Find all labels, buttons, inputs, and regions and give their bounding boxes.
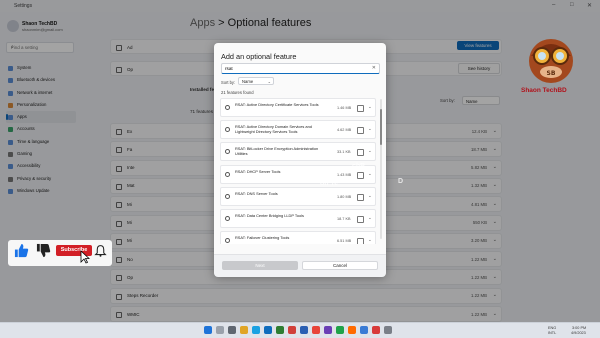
feature-name: RSAT: Active Directory Domain Services a… bbox=[235, 124, 312, 134]
chevron-down-icon[interactable]: ⌄ bbox=[368, 148, 372, 154]
taskbar: ENG INTL 3:00 PM 4/9/2023 bbox=[0, 322, 600, 338]
feature-icon bbox=[225, 193, 230, 199]
feature-name: RSAT: Active Directory Certificate Servi… bbox=[235, 102, 319, 107]
feature-name: RSAT: DHCP Server Tools bbox=[235, 168, 281, 174]
feature-checkbox[interactable] bbox=[357, 127, 364, 135]
feature-name: RSAT: BitLocker Drive Encryption Adminis… bbox=[235, 146, 319, 157]
feature-icon bbox=[225, 216, 230, 221]
scrollbar[interactable] bbox=[380, 99, 382, 239]
feature-row[interactable]: RSAT: Failover Clustering Tools 6.51 MB ⌄ bbox=[220, 231, 376, 244]
feature-checkbox[interactable] bbox=[357, 216, 364, 223]
cursor-icon bbox=[80, 250, 90, 264]
feature-size: 1.46 MB bbox=[337, 106, 352, 110]
add-optional-feature-dialog: Add an optional feature ✕ Sort by: Name … bbox=[214, 43, 386, 277]
feature-checkbox[interactable] bbox=[357, 238, 364, 244]
app-icon[interactable] bbox=[324, 326, 332, 334]
feature-icon bbox=[225, 127, 230, 133]
feature-size: 6.51 MB bbox=[337, 239, 352, 244]
chevron-down-icon[interactable]: ⌄ bbox=[368, 215, 372, 221]
feature-name: RSAT: DNS Server Tools bbox=[235, 190, 278, 196]
app-icon[interactable] bbox=[360, 326, 368, 334]
language-indicator[interactable]: ENG bbox=[548, 326, 556, 330]
feature-row[interactable]: RSAT: Active Directory Domain Services a… bbox=[220, 120, 376, 140]
chevron-down-icon[interactable]: ⌄ bbox=[368, 237, 372, 243]
settings-gear-icon[interactable] bbox=[384, 326, 392, 334]
bell-icon[interactable] bbox=[94, 244, 107, 257]
app-icon[interactable] bbox=[336, 326, 344, 334]
edge-icon[interactable] bbox=[252, 326, 260, 334]
language-indicator-2: INTL bbox=[548, 331, 557, 335]
word-icon[interactable] bbox=[300, 326, 308, 334]
watermark-text: D bbox=[398, 178, 404, 185]
chevron-down-icon[interactable]: ⌄ bbox=[368, 104, 372, 110]
feature-icon bbox=[225, 149, 230, 155]
thumbs-up-icon[interactable] bbox=[14, 243, 29, 258]
chevron-down-icon[interactable]: ⌄ bbox=[368, 126, 372, 132]
cancel-button[interactable]: Cancel bbox=[302, 261, 378, 270]
subscribe-widget: Subscribe bbox=[8, 240, 112, 266]
dialog-title: Add an optional feature bbox=[221, 52, 297, 61]
chrome-icon[interactable] bbox=[312, 326, 320, 334]
thumbs-down-icon[interactable] bbox=[36, 243, 51, 258]
search-icon[interactable] bbox=[216, 326, 224, 334]
file-explorer-icon[interactable] bbox=[240, 326, 248, 334]
feature-search-input[interactable] bbox=[225, 64, 365, 73]
feature-row[interactable]: RSAT: DNS Server Tools 1.80 MB ⌄ bbox=[220, 186, 376, 206]
channel-logo: SB Shaon TechBD bbox=[521, 34, 577, 94]
feature-checkbox[interactable] bbox=[357, 149, 364, 157]
feature-search-field[interactable]: ✕ bbox=[221, 63, 380, 74]
feature-icon bbox=[225, 171, 230, 177]
watermark-text: chB bbox=[352, 163, 366, 170]
feature-size: 1.80 MB bbox=[337, 194, 352, 199]
excel-icon[interactable] bbox=[276, 326, 284, 334]
feature-name: RSAT: Data Center Bridging LLDP Tools bbox=[235, 213, 304, 218]
feature-row[interactable]: RSAT: Data Center Bridging LLDP Tools 18.… bbox=[220, 209, 376, 228]
feature-checkbox[interactable] bbox=[357, 171, 364, 179]
clock-time[interactable]: 3:00 PM bbox=[572, 326, 586, 330]
feature-list: RSAT: Active Directory Certificate Servi… bbox=[220, 98, 380, 244]
clear-search-icon[interactable]: ✕ bbox=[372, 65, 376, 71]
svg-text:SB: SB bbox=[547, 70, 556, 77]
feature-checkbox[interactable] bbox=[357, 105, 364, 112]
watermark-text: on Te bbox=[320, 180, 339, 187]
features-found-count: 21 features found bbox=[221, 90, 254, 95]
powerpoint-icon[interactable] bbox=[288, 326, 296, 334]
chevron-down-icon: ⌄ bbox=[267, 79, 271, 84]
chevron-down-icon[interactable]: ⌄ bbox=[368, 193, 372, 199]
dialog-sort-value: Name bbox=[242, 79, 254, 84]
channel-name: Shaon TechBD bbox=[521, 87, 567, 94]
feature-row[interactable]: RSAT: Active Directory Certificate Servi… bbox=[220, 98, 376, 117]
chevron-down-icon[interactable]: ⌄ bbox=[368, 171, 372, 177]
feature-checkbox[interactable] bbox=[357, 193, 364, 201]
start-icon[interactable] bbox=[204, 326, 212, 334]
feature-size: 18.7 KB bbox=[337, 217, 351, 221]
feature-size: 33.1 KB bbox=[337, 150, 351, 155]
feature-name: RSAT: Failover Clustering Tools bbox=[235, 235, 290, 241]
scrollbar-thumb[interactable] bbox=[380, 109, 382, 145]
feature-icon bbox=[225, 238, 230, 244]
app-icon[interactable] bbox=[348, 326, 356, 334]
dialog-sort-label: Sort by: bbox=[221, 80, 236, 85]
feature-row[interactable]: RSAT: BitLocker Drive Encryption Adminis… bbox=[220, 142, 376, 162]
dialog-sort-select[interactable]: Name ⌄ bbox=[238, 77, 274, 85]
watermark-text: Sha bbox=[255, 178, 268, 185]
aviator-avatar-icon: SB bbox=[529, 39, 573, 83]
dialog-footer: Next Cancel bbox=[214, 254, 386, 277]
clock-date: 4/9/2023 bbox=[571, 331, 586, 335]
task-view-icon[interactable] bbox=[228, 326, 236, 334]
feature-size: 1.43 MB bbox=[337, 172, 352, 177]
feature-icon bbox=[225, 105, 230, 110]
feature-size: 4.62 MB bbox=[337, 128, 352, 133]
next-button[interactable]: Next bbox=[222, 261, 298, 270]
store-icon[interactable] bbox=[264, 326, 272, 334]
app-icon[interactable] bbox=[372, 326, 380, 334]
